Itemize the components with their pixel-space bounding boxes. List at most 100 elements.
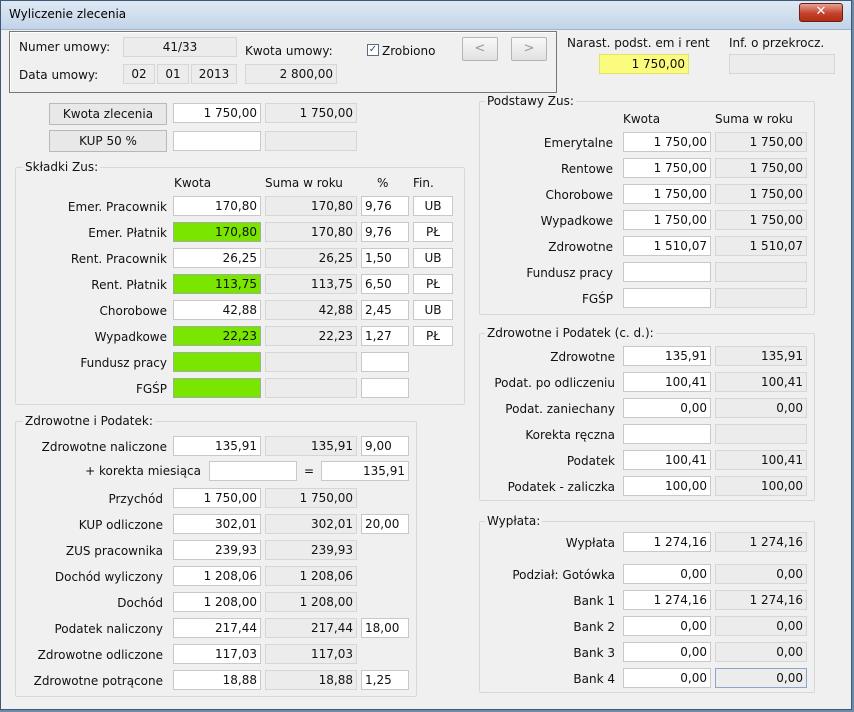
skladki-pct-wypadkowe[interactable]: 1,27 — [361, 326, 409, 346]
bank-4-field[interactable]: 0,00 — [623, 668, 711, 688]
next-button[interactable]: > — [511, 37, 547, 61]
skladki-col-fin: Fin. — [413, 176, 434, 190]
data-umowy-month[interactable]: 01 — [157, 64, 189, 84]
pz-kwota-emerytalne[interactable]: 1 750,00 — [623, 132, 711, 152]
zp-sum-zdrowotne-odliczone: 117,03 — [265, 644, 357, 664]
zcd-label-podatek: Podatek — [566, 454, 615, 468]
zp-label-kup-odliczone: KUP odliczone — [78, 518, 163, 532]
zp-value-zdrowotne-odliczone[interactable]: 117,03 — [173, 644, 261, 664]
zcd-label-podatek-zaliczka: Podatek - zaliczka — [507, 480, 615, 494]
zcd-value-podat-zaniechany[interactable]: 0,00 — [623, 398, 711, 418]
korekta-miesiaca-field[interactable] — [209, 461, 297, 481]
skladki-kwota-rent-pracownik[interactable]: 26,25 — [173, 248, 261, 268]
skladki-kwota-emer-pracownik[interactable]: 170,80 — [173, 196, 261, 216]
skladki-fin-rent-platnik[interactable]: PŁ — [413, 274, 453, 294]
skladki-pct-emer-platnik[interactable]: 9,76 — [361, 222, 409, 242]
wyplata-sum: 1 274,16 — [715, 532, 807, 552]
zp-pct-kup-odliczone[interactable]: 20,00 — [361, 514, 409, 534]
pz-kwota-chorobowe[interactable]: 1 750,00 — [623, 184, 711, 204]
inf-przekrocz-field[interactable] — [729, 54, 835, 74]
zdrowotne-cd-title: Zdrowotne i Podatek (c. d.): — [485, 326, 656, 340]
skladki-kwota-fgsp[interactable] — [173, 378, 261, 398]
skladki-kwota-wypadkowe[interactable]: 22,23 — [173, 326, 261, 346]
skladki-kwota-rent-platnik[interactable]: 113,75 — [173, 274, 261, 294]
zdrowotne-naliczone-pct[interactable]: 9,00 — [361, 436, 409, 456]
skladki-pct-fgsp[interactable] — [361, 378, 409, 398]
skladki-fin-emer-pracownik[interactable]: UB — [413, 196, 453, 216]
skladki-pct-chorobowe[interactable]: 2,45 — [361, 300, 409, 320]
zp-label-zus-pracownika: ZUS pracownika — [65, 544, 163, 558]
pz-kwota-fundusz-pracy[interactable] — [623, 262, 711, 282]
zp-label-dochod-wyliczony: Dochód wyliczony — [54, 570, 163, 584]
bank-3-label: Bank 3 — [573, 646, 615, 660]
window-title: Wyliczenie zlecenia — [9, 7, 127, 21]
zp-value-dochod[interactable]: 1 208,00 — [173, 592, 261, 612]
skladki-label-chorobowe: Chorobowe — [99, 304, 168, 318]
skladki-fin-emer-platnik[interactable]: PŁ — [413, 222, 453, 242]
numer-umowy-field[interactable]: 41/33 — [123, 37, 237, 57]
skladki-pct-rent-pracownik[interactable]: 1,50 — [361, 248, 409, 268]
kwota-zlecenia-field[interactable]: 1 750,00 — [173, 103, 261, 123]
skladki-pct-emer-pracownik[interactable]: 9,76 — [361, 196, 409, 216]
skladki-fin-chorobowe[interactable]: UB — [413, 300, 453, 320]
zdrowotne-naliczone-field[interactable]: 135,91 — [173, 436, 261, 456]
zcd-sum-podatek-zaliczka: 100,00 — [715, 476, 807, 496]
kup-label: KUP 50 % — [49, 130, 167, 152]
kwota-umowy-field[interactable]: 2 800,00 — [245, 64, 337, 84]
zcd-value-podatek-zaliczka[interactable]: 100,00 — [623, 476, 711, 496]
skladki-label-fgsp: FGŚP — [135, 382, 167, 396]
skladki-pct-rent-platnik[interactable]: 6,50 — [361, 274, 409, 294]
zcd-sum-podatek: 100,41 — [715, 450, 807, 470]
close-button[interactable]: ✕ — [799, 3, 843, 22]
zcd-label-korekta-reczna: Korekta ręczna — [525, 428, 615, 442]
zp-value-dochod-wyliczony[interactable]: 1 208,06 — [173, 566, 261, 586]
zdrowotne-naliczone-sum: 135,91 — [265, 436, 357, 456]
skladki-label-rent-pracownik: Rent. Pracownik — [70, 252, 167, 266]
pz-suma-zdrowotne: 1 510,07 — [715, 236, 807, 256]
pz-kwota-rentowe[interactable]: 1 750,00 — [623, 158, 711, 178]
pz-kwota-wypadkowe[interactable]: 1 750,00 — [623, 210, 711, 230]
pz-kwota-fgsp[interactable] — [623, 288, 711, 308]
korekta-equals: = — [304, 464, 315, 478]
skladki-kwota-fundusz-pracy[interactable] — [173, 352, 261, 372]
bank-2-field[interactable]: 0,00 — [623, 616, 711, 636]
kwota-umowy-label: Kwota umowy: — [245, 44, 333, 58]
pz-label-emerytalne: Emerytalne — [543, 136, 613, 150]
skladki-kwota-emer-platnik[interactable]: 170,80 — [173, 222, 261, 242]
gotowka-field[interactable]: 0,00 — [623, 564, 711, 584]
data-umowy-year[interactable]: 2013 — [191, 64, 237, 84]
skladki-fin-wypadkowe[interactable]: PŁ — [413, 326, 453, 346]
zp-value-zdrowotne-potracone[interactable]: 18,88 — [173, 670, 261, 690]
zcd-value-korekta-reczna[interactable] — [623, 424, 711, 444]
skladki-col-kwota: Kwota — [174, 176, 212, 190]
kup-field[interactable] — [173, 131, 261, 151]
zcd-value-zdrowotne[interactable]: 135,91 — [623, 346, 711, 366]
zp-value-zus-pracownika[interactable]: 239,93 — [173, 540, 261, 560]
wyplata-field[interactable]: 1 274,16 — [623, 532, 711, 552]
bank-3-field[interactable]: 0,00 — [623, 642, 711, 662]
bank-1-field[interactable]: 1 274,16 — [623, 590, 711, 610]
kwota-zlecenia-label: Kwota zlecenia — [49, 103, 167, 125]
prev-button[interactable]: < — [462, 37, 498, 61]
narast-field[interactable]: 1 750,00 — [599, 54, 689, 74]
skladki-fin-rent-pracownik[interactable]: UB — [413, 248, 453, 268]
zp-value-podatek-naliczony[interactable]: 217,44 — [173, 618, 261, 638]
bank-2-label: Bank 2 — [573, 620, 615, 634]
zp-value-przychod[interactable]: 1 750,00 — [173, 488, 261, 508]
podstawy-col-suma: Suma w roku — [715, 112, 793, 126]
zp-pct-zdrowotne-potracone[interactable]: 1,25 — [361, 670, 409, 690]
zp-pct-podatek-naliczony[interactable]: 18,00 — [361, 618, 409, 638]
korekta-miesiaca-result[interactable]: 135,91 — [321, 461, 409, 481]
data-umowy-day[interactable]: 02 — [123, 64, 155, 84]
podzial-gotowka-label: Podział: Gotówka — [512, 568, 615, 582]
zrobiono-checkbox[interactable]: ✓ — [367, 44, 379, 56]
zcd-value-podatek[interactable]: 100,41 — [623, 450, 711, 470]
pz-kwota-zdrowotne[interactable]: 1 510,07 — [623, 236, 711, 256]
zp-value-kup-odliczone[interactable]: 302,01 — [173, 514, 261, 534]
title-bar: Wyliczenie zlecenia ✕ — [1, 1, 851, 30]
skladki-kwota-chorobowe[interactable]: 42,88 — [173, 300, 261, 320]
zcd-value-podat-po-odliczeniu[interactable]: 100,41 — [623, 372, 711, 392]
zp-label-przychod: Przychód — [108, 492, 163, 506]
zp-label-podatek-naliczony: Podatek naliczony — [54, 622, 163, 636]
skladki-pct-fundusz-pracy[interactable] — [361, 352, 409, 372]
